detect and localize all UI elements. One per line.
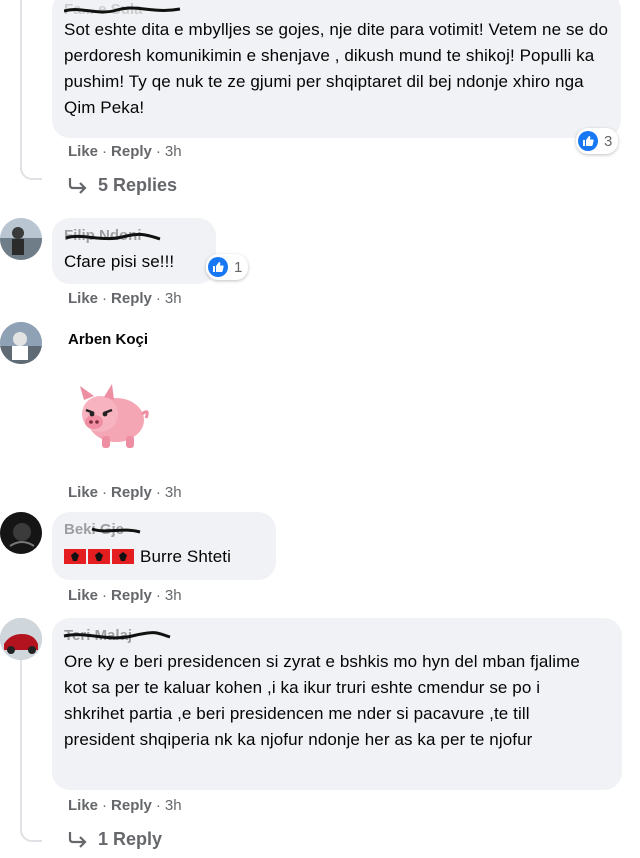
like-reaction-icon (578, 131, 598, 151)
timestamp[interactable]: 3h (165, 797, 182, 814)
comment-actions: Like · Reply · 3h (68, 797, 182, 814)
reaction-number: 1 (234, 258, 243, 276)
redaction-scribble (91, 527, 141, 534)
reply-link[interactable]: Reply (111, 484, 152, 501)
comment-text: Sot eshte dita e mbylljes se gojes, nje … (64, 20, 609, 117)
reaction-count[interactable]: 1 (206, 254, 249, 280)
avatar-photo (0, 512, 42, 554)
thread-line (20, 660, 22, 825)
thread-connector (20, 820, 42, 842)
redaction-scribble (63, 631, 171, 640)
like-link[interactable]: Like (68, 484, 98, 501)
redaction-scribble (65, 232, 161, 241)
angry-pig-sticker (70, 378, 152, 456)
comment-text: Ore ky e beri presidencen si zyrat e bsh… (64, 652, 580, 749)
like-link[interactable]: Like (68, 290, 98, 307)
timestamp[interactable]: 3h (165, 587, 182, 604)
like-link[interactable]: Like (68, 143, 98, 160)
comment-actions: Like · Reply · 3h (68, 143, 182, 160)
comment-author[interactable]: Beki Gje (64, 520, 264, 540)
avatar[interactable] (0, 218, 42, 260)
avatar[interactable] (0, 512, 42, 554)
like-reaction-icon (208, 257, 228, 277)
albania-flag-icon (88, 549, 110, 564)
avatar[interactable] (0, 322, 42, 364)
comment-author[interactable]: Teri Malaj (63, 626, 610, 646)
timestamp[interactable]: 3h (165, 290, 182, 307)
albania-flag-icon (64, 549, 86, 564)
like-link[interactable]: Like (68, 797, 98, 814)
reply-link[interactable]: Reply (111, 290, 152, 307)
comment-bubble: Fa... e Sula Sot eshte dita e mbylljes s… (52, 0, 621, 138)
reply-link[interactable]: Reply (111, 587, 152, 604)
comment-text: Cfare pisi se!!! (64, 252, 175, 271)
reply-link[interactable]: Reply (111, 143, 152, 160)
comment-bubble: Teri Malaj Ore ky e beri presidencen si … (52, 618, 622, 790)
reply-link[interactable]: Reply (111, 797, 152, 814)
timestamp[interactable]: 3h (165, 484, 182, 501)
comment-author[interactable]: Fa... e Sula (64, 0, 609, 16)
comment-bubble: Filip Ndoni Cfare pisi se!!! (52, 218, 216, 284)
redaction-scribble (64, 6, 181, 14)
avatar-photo (0, 618, 42, 660)
comment-actions: Like · Reply · 3h (68, 290, 182, 307)
thread-connector (20, 158, 42, 180)
avatar-photo (0, 218, 42, 260)
avatar-photo (0, 322, 42, 364)
albania-flag-icon (112, 549, 134, 564)
reply-arrow-icon (68, 831, 87, 848)
comment-actions: Like · Reply · 3h (68, 484, 182, 501)
reaction-count[interactable]: 3 (576, 128, 619, 154)
comment-bubble: Beki Gje Burre Shteti (52, 512, 276, 580)
reply-arrow-icon (68, 177, 87, 194)
view-replies-button[interactable]: 5 Replies (68, 175, 177, 196)
comment-author[interactable]: Filip Ndoni (64, 226, 204, 246)
comment-actions: Like · Reply · 3h (68, 587, 182, 604)
timestamp[interactable]: 3h (165, 143, 182, 160)
reaction-number: 3 (604, 132, 613, 150)
view-replies-button[interactable]: 1 Reply (68, 829, 162, 850)
comment-text: Burre Shteti (64, 544, 264, 570)
thread-line (20, 0, 22, 170)
comment-author[interactable]: Arben Koçi (68, 330, 148, 350)
avatar[interactable] (0, 618, 42, 660)
like-link[interactable]: Like (68, 587, 98, 604)
